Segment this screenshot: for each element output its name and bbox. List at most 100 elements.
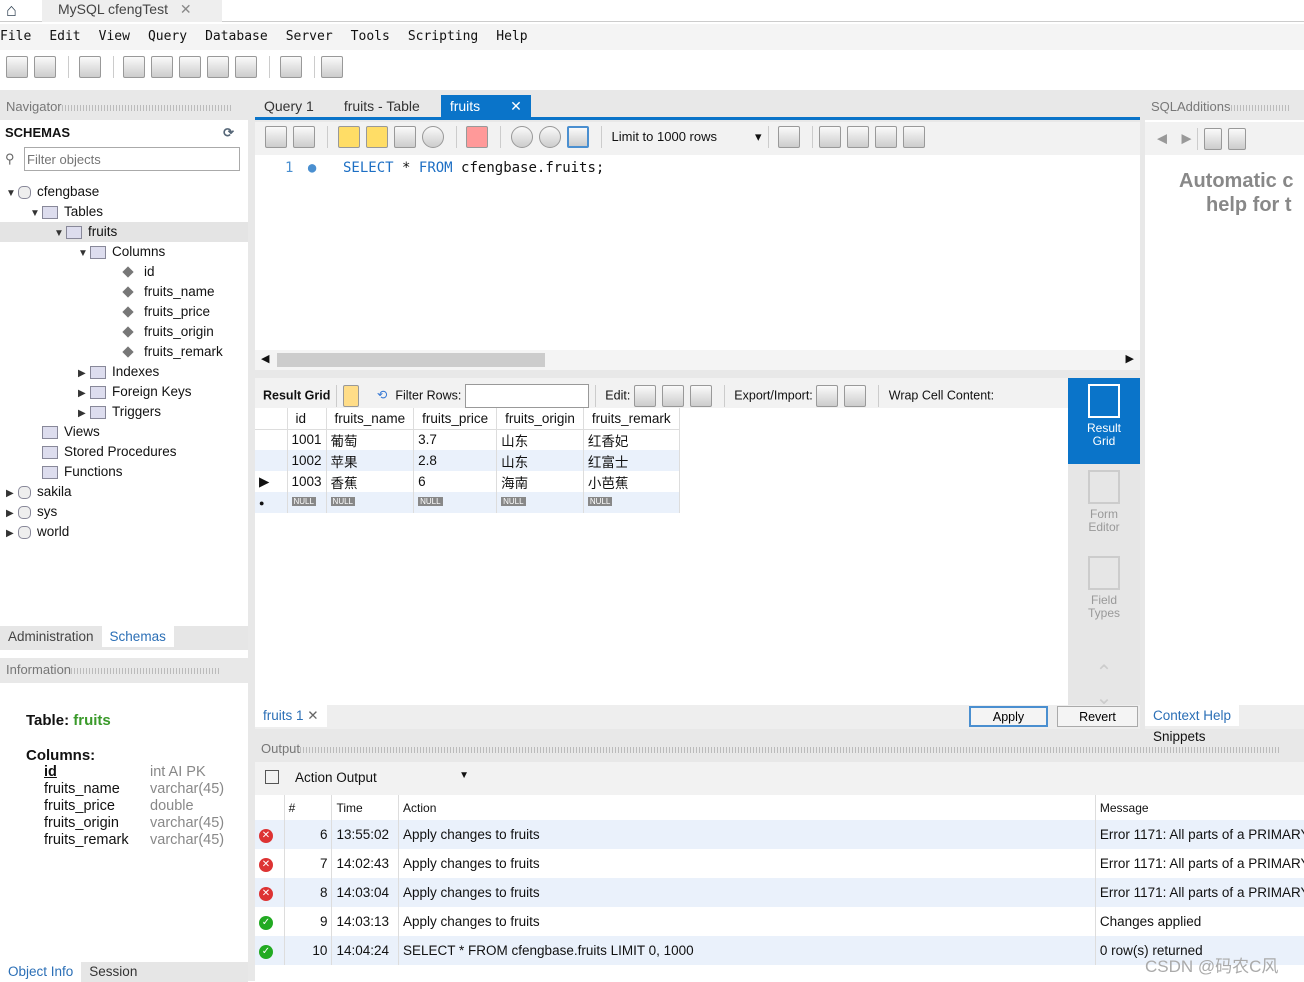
menu-scripting[interactable]: Scripting (408, 29, 478, 44)
menu-view[interactable]: View (99, 29, 130, 44)
copy-icon[interactable] (265, 770, 279, 784)
execute-icon[interactable] (337, 126, 360, 148)
tree-item-fruits[interactable]: ▼ fruits (0, 222, 248, 242)
grid-cell[interactable]: 苹果 (326, 450, 415, 471)
limit-rows-select[interactable]: Limit to 1000 rows ▾ (612, 129, 762, 145)
autocommit-icon[interactable] (566, 126, 589, 148)
expand-toggle-icon[interactable]: ▶ (6, 504, 18, 524)
output-row[interactable]: ✕ 8 14:03:04 Apply changes to fruits Error 1… (255, 878, 1304, 907)
column-header[interactable]: fruits_price (413, 408, 498, 429)
tree-item-functions[interactable]: Functions (0, 462, 248, 482)
output-row[interactable]: ✓ 9 14:03:13 Apply changes to fruits Changes… (255, 907, 1304, 936)
grid-cell[interactable]: 1001 (287, 429, 327, 450)
commit-icon[interactable] (510, 126, 533, 148)
find-icon[interactable] (847, 126, 870, 148)
expand-toggle-icon[interactable]: ▶ (6, 484, 18, 504)
expand-toggle-icon[interactable]: ▼ (78, 244, 90, 264)
stop-icon[interactable] (421, 126, 444, 148)
tree-item-cfengbase[interactable]: ▼ cfengbase (0, 182, 248, 202)
grid-cell[interactable]: NULL (583, 492, 680, 513)
expand-toggle-icon[interactable]: ▼ (54, 224, 66, 244)
editor-tab[interactable]: Query 1 (255, 95, 323, 117)
grid-cell[interactable]: 葡萄 (326, 429, 415, 450)
output-type-select[interactable]: Action Output ▼ (289, 767, 475, 791)
menu-file[interactable]: File (0, 29, 31, 44)
grid-cell[interactable]: NULL (287, 492, 327, 513)
connection-tab[interactable]: MySQL cfengTest ✕ (42, 0, 222, 22)
open-sql-script-icon[interactable] (34, 56, 56, 78)
menu-server[interactable]: Server (286, 29, 333, 44)
tab-administration[interactable]: Administration (0, 626, 102, 647)
column-header[interactable]: id (287, 408, 327, 429)
tree-item-fruits_remark[interactable]: fruits_remark (0, 342, 248, 362)
grid-cell[interactable]: 1002 (287, 450, 327, 471)
import-icon[interactable] (844, 385, 867, 407)
grid-cell[interactable]: 山东 (496, 429, 584, 450)
grid-cell[interactable]: NULL (413, 492, 498, 513)
new-row[interactable]: ● NULL NULL NULL NULL NULL (255, 492, 680, 513)
tree-item-fruits_name[interactable]: fruits_name (0, 282, 248, 302)
column-header[interactable]: Action (398, 795, 1096, 820)
tree-item-fruits_origin[interactable]: fruits_origin (0, 322, 248, 342)
column-header[interactable]: fruits_remark (583, 408, 680, 429)
beautify-icon[interactable] (819, 126, 842, 148)
row-marker[interactable] (255, 429, 288, 450)
filter-rows-input[interactable] (464, 384, 589, 408)
grid-cell[interactable]: 红香妃 (583, 429, 680, 450)
sql-editor[interactable]: 1 ● SELECT * FROM cfengbase.fruits; (255, 155, 1140, 350)
search-table-data-icon[interactable] (279, 56, 302, 78)
edit-row-icon[interactable] (633, 385, 656, 407)
forward-icon[interactable]: ▶ (1181, 130, 1191, 145)
filter-objects-input[interactable] (24, 147, 240, 171)
tree-item-id[interactable]: id (0, 262, 248, 282)
horizontal-scrollbar[interactable]: ◀ ▶ (255, 350, 1140, 370)
inspector-icon[interactable] (78, 56, 101, 78)
create-function-icon[interactable] (235, 56, 258, 78)
expand-toggle-icon[interactable]: ▶ (78, 404, 90, 424)
grid-cell[interactable]: 香蕉 (326, 471, 415, 492)
tree-item-stored-procedures[interactable]: Stored Procedures (0, 442, 248, 462)
close-icon[interactable]: ✕ (510, 98, 522, 115)
save-icon[interactable] (293, 126, 315, 148)
scroll-arrows-icon[interactable]: ⌃ ⌄ (1068, 660, 1140, 710)
table-row[interactable]: ▶ 1003 香蕉 6 海南 小芭蕉 (255, 471, 680, 492)
side-field-types[interactable]: Field Types (1068, 550, 1140, 636)
side-form-editor[interactable]: Form Editor (1068, 464, 1140, 550)
create-schema-icon[interactable] (123, 56, 146, 78)
toggle-auto-help-icon[interactable] (1204, 128, 1223, 150)
new-sql-tab-icon[interactable] (6, 56, 28, 78)
tree-item-sys[interactable]: ▶ sys (0, 502, 248, 522)
menu-edit[interactable]: Edit (49, 29, 80, 44)
tree-item-sakila[interactable]: ▶ sakila (0, 482, 248, 502)
revert-button[interactable]: Revert (1057, 706, 1138, 727)
tree-item-fruits_price[interactable]: fruits_price (0, 302, 248, 322)
column-header[interactable]: # (284, 795, 333, 820)
editor-tab[interactable]: fruits ✕ (440, 95, 531, 117)
tree-item-views[interactable]: Views (0, 422, 248, 442)
tab-fruits-1[interactable]: fruits 1 ✕ (255, 705, 327, 727)
tree-item-triggers[interactable]: ▶ Triggers (0, 402, 248, 422)
output-row[interactable]: ✕ 7 14:02:43 Apply changes to fruits Error 1… (255, 849, 1304, 878)
column-header[interactable]: fruits_origin (496, 408, 584, 429)
execute-current-icon[interactable] (365, 126, 388, 148)
tree-item-foreign-keys[interactable]: ▶ Foreign Keys (0, 382, 248, 402)
open-file-icon[interactable] (265, 126, 287, 148)
invisible-chars-icon[interactable] (875, 126, 898, 148)
word-wrap-icon[interactable] (903, 126, 926, 148)
column-header[interactable]: Message (1095, 795, 1304, 820)
column-header[interactable] (255, 795, 285, 820)
grid-cell[interactable]: 红富士 (583, 450, 680, 471)
menu-help[interactable]: Help (496, 29, 527, 44)
tree-item-tables[interactable]: ▼ Tables (0, 202, 248, 222)
refresh-icon[interactable]: ⟲ (377, 388, 387, 402)
tree-item-world[interactable]: ▶ world (0, 522, 248, 542)
rollback-icon[interactable] (538, 126, 561, 148)
menu-database[interactable]: Database (205, 29, 268, 44)
refresh-icon[interactable]: ⟳ (223, 120, 234, 146)
tab-context-help[interactable]: Context Help (1145, 705, 1240, 726)
tree-item-columns[interactable]: ▼ Columns (0, 242, 248, 262)
grid-toggle-icon[interactable] (343, 385, 360, 407)
back-icon[interactable]: ◀ (1157, 130, 1167, 145)
tab-snippets[interactable]: Snippets (1145, 726, 1214, 747)
tree-item-indexes[interactable]: ▶ Indexes (0, 362, 248, 382)
